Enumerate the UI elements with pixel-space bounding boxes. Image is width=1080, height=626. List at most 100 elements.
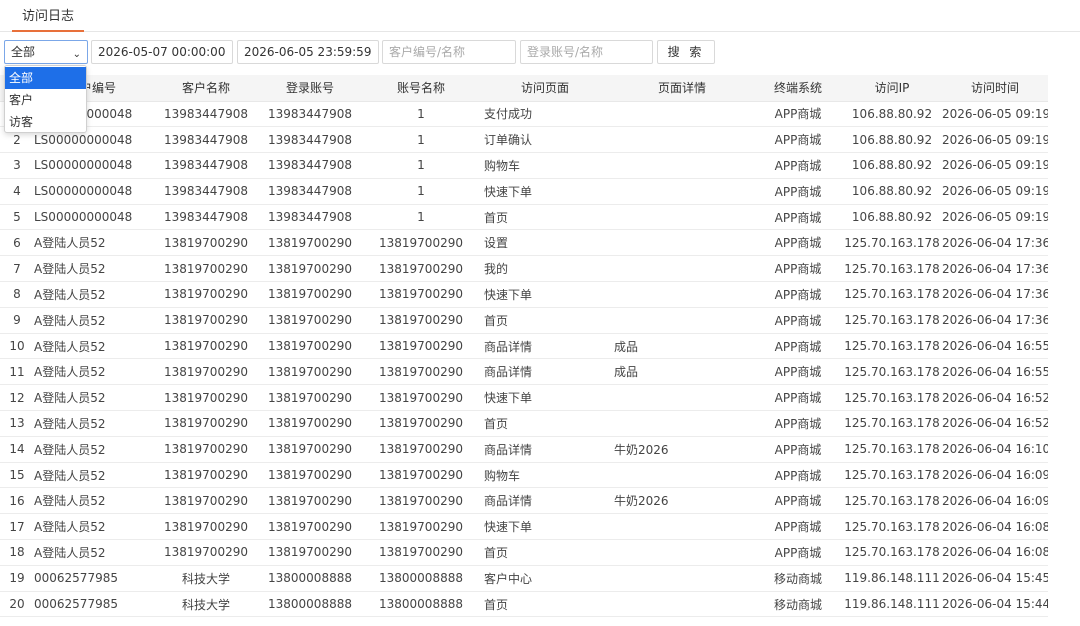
dropdown-option-visitor[interactable]: 访客 (5, 111, 86, 133)
table-row[interactable]: 6 A登陆人员52 13819700290 13819700290 1381970029… (0, 229, 1048, 257)
cell-page-detail (610, 591, 754, 618)
tab-visit-log[interactable]: 访问日志 (12, 0, 85, 32)
table-row[interactable]: 2 LS00000000048 13983447908 13983447908 1 订单确… (0, 126, 1048, 154)
cell-visit-time: 2026-06-04 16:09:46 (942, 462, 1048, 489)
cell-row-index: 17 (0, 513, 30, 541)
table-row[interactable]: 5 LS00000000048 13983447908 13983447908 1 首页 A… (0, 204, 1048, 231)
cell-visit-time: 2026-06-04 17:36:53 (942, 281, 1048, 308)
cell-account-name: 1 (362, 126, 480, 154)
cell-visit-ip: 106.88.80.92 (842, 178, 942, 205)
cell-login-account: 13819700290 (258, 436, 362, 463)
cell-account-name: 13819700290 (362, 255, 480, 283)
cell-row-index: 10 (0, 333, 30, 360)
table-row[interactable]: 14 A登陆人员52 13819700290 13819700290 138197002… (0, 436, 1048, 463)
table-row[interactable]: 11 A登陆人员52 13819700290 13819700290 138197002… (0, 358, 1048, 386)
cell-page-detail (610, 410, 754, 437)
cell-row-index: 7 (0, 255, 30, 283)
cell-login-account: 13819700290 (258, 487, 362, 515)
cell-terminal-system: APP商城 (754, 101, 842, 128)
cell-customer-id: A登陆人员52 (30, 255, 154, 283)
cell-row-index: 16 (0, 487, 30, 515)
cell-row-index: 19 (0, 565, 30, 592)
cell-page-detail (610, 462, 754, 489)
cell-page-detail (610, 152, 754, 179)
cell-visit-time: 2026-06-04 16:52:18 (942, 384, 1048, 412)
cell-terminal-system: APP商城 (754, 487, 842, 515)
cell-visited-page: 购物车 (480, 152, 610, 179)
cell-customer-id: 00062577985 (30, 591, 154, 618)
cell-terminal-system: APP商城 (754, 152, 842, 179)
cell-login-account: 13819700290 (258, 255, 362, 283)
cell-visited-page: 商品详情 (480, 487, 610, 515)
table-header-row: 客户编号 客户名称 登录账号 账号名称 访问页面 页面详情 终端系统 访问IP 访问时间 (0, 75, 1048, 102)
column-header-visit-time: 访问时间 (942, 75, 1048, 102)
cell-customer-id: A登陆人员52 (30, 410, 154, 437)
table-row[interactable]: 13 A登陆人员52 13819700290 13819700290 138197002… (0, 410, 1048, 437)
account-search-input[interactable] (520, 40, 653, 64)
cell-customer-id: A登陆人员52 (30, 436, 154, 463)
table-row[interactable]: 7 A登陆人员52 13819700290 13819700290 1381970029… (0, 255, 1048, 283)
customer-search-input[interactable] (382, 40, 516, 64)
cell-login-account: 13983447908 (258, 101, 362, 128)
table-row[interactable]: 12 A登陆人员52 13819700290 13819700290 138197002… (0, 384, 1048, 412)
cell-visit-time: 2026-06-04 16:08:30 (942, 539, 1048, 566)
cell-visit-ip: 106.88.80.92 (842, 101, 942, 128)
table-row[interactable]: 19 00062577985 科技大学 13800008888 13800008888 客… (0, 565, 1048, 592)
cell-login-account: 13983447908 (258, 204, 362, 231)
table-row[interactable]: 1LS0000000004813983447908139834479081支付成… (0, 101, 1048, 128)
cell-visit-time: 2026-06-04 17:36:57 (942, 229, 1048, 257)
cell-customer-name: 13819700290 (154, 281, 258, 308)
cell-account-name: 13819700290 (362, 358, 480, 386)
cell-terminal-system: APP商城 (754, 307, 842, 334)
cell-customer-name: 13819700290 (154, 255, 258, 283)
cell-visited-page: 快速下单 (480, 281, 610, 308)
cell-visit-ip: 125.70.163.178 (842, 281, 942, 308)
cell-account-name: 1 (362, 204, 480, 231)
cell-row-index: 14 (0, 436, 30, 463)
cell-customer-id: A登陆人员52 (30, 384, 154, 412)
cell-account-name: 1 (362, 101, 480, 128)
user-type-select[interactable]: 全部 ⌄ (4, 40, 88, 64)
cell-terminal-system: APP商城 (754, 384, 842, 412)
table-row[interactable]: 15 A登陆人员52 13819700290 13819700290 138197002… (0, 462, 1048, 489)
column-header-customer-name: 客户名称 (154, 75, 258, 102)
cell-customer-id: A登陆人员52 (30, 539, 154, 566)
cell-login-account: 13819700290 (258, 333, 362, 360)
cell-customer-id: A登陆人员52 (30, 229, 154, 257)
table-row[interactable]: 9 A登陆人员52 13819700290 13819700290 1381970029… (0, 307, 1048, 334)
cell-account-name: 13819700290 (362, 333, 480, 360)
end-date-input[interactable]: 2026-06-05 23:59:59 (237, 40, 379, 64)
table-row[interactable]: 20 00062577985 科技大学 13800008888 13800008888 首… (0, 591, 1048, 618)
cell-terminal-system: APP商城 (754, 358, 842, 386)
dropdown-option-all[interactable]: 全部 (5, 67, 86, 89)
column-header-login-account: 登录账号 (258, 75, 362, 102)
table-row[interactable]: 16 A登陆人员52 13819700290 13819700290 138197002… (0, 487, 1048, 515)
cell-visit-ip: 125.70.163.178 (842, 539, 942, 566)
cell-page-detail (610, 126, 754, 154)
cell-visited-page: 我的 (480, 255, 610, 283)
cell-login-account: 13819700290 (258, 358, 362, 386)
table-row[interactable]: 4 LS00000000048 13983447908 13983447908 1 快速下… (0, 178, 1048, 205)
start-date-input[interactable]: 2026-05-07 00:00:00 (91, 40, 233, 64)
column-header-page-detail: 页面详情 (610, 75, 754, 102)
cell-customer-name: 科技大学 (154, 591, 258, 618)
cell-visited-page: 首页 (480, 591, 610, 618)
cell-terminal-system: APP商城 (754, 333, 842, 360)
table-row[interactable]: 8 A登陆人员52 13819700290 13819700290 1381970029… (0, 281, 1048, 308)
table-row[interactable]: 18 A登陆人员52 13819700290 13819700290 138197002… (0, 539, 1048, 566)
tab-bar: 访问日志 (0, 0, 1080, 32)
search-button[interactable]: 搜 索 (657, 40, 715, 64)
cell-login-account: 13819700290 (258, 229, 362, 257)
table-row[interactable]: 17 A登陆人员52 13819700290 13819700290 138197002… (0, 513, 1048, 541)
dropdown-option-customer[interactable]: 客户 (5, 89, 86, 111)
cell-visit-ip: 125.70.163.178 (842, 384, 942, 412)
cell-row-index: 20 (0, 591, 30, 618)
cell-visit-ip: 106.88.80.92 (842, 204, 942, 231)
table-row[interactable]: 3 LS00000000048 13983447908 13983447908 1 购物车… (0, 152, 1048, 179)
table-row[interactable]: 10 A登陆人员52 13819700290 13819700290 138197002… (0, 333, 1048, 360)
cell-account-name: 13819700290 (362, 436, 480, 463)
cell-customer-name: 13983447908 (154, 178, 258, 205)
cell-row-index: 3 (0, 152, 30, 179)
cell-customer-name: 13819700290 (154, 384, 258, 412)
cell-visit-time: 2026-06-04 16:52:16 (942, 410, 1048, 437)
